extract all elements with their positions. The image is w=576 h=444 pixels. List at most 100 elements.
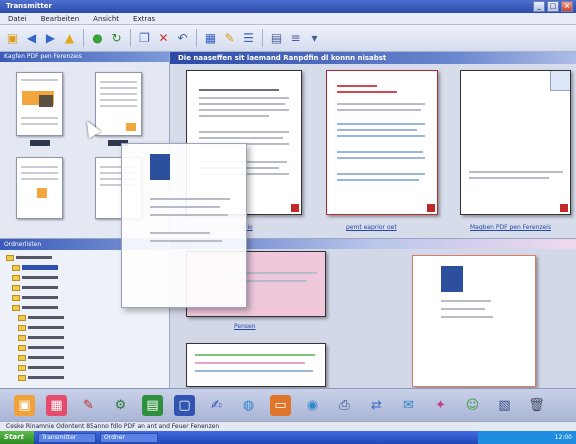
copy-icon[interactable]: ❐ xyxy=(136,29,153,47)
page-curl xyxy=(550,71,570,91)
folder-icon xyxy=(18,354,26,361)
document-caption[interactable]: Pensen xyxy=(234,323,256,330)
tree-item[interactable] xyxy=(18,363,64,372)
folder-icon xyxy=(18,314,26,321)
document-logo xyxy=(441,266,463,292)
presentation-icon[interactable]: ▭ xyxy=(270,394,291,416)
os-taskbar: Start Transmitter Ordner 12:00 xyxy=(0,431,576,444)
pdf-icon xyxy=(291,204,299,212)
document-view-header: Die naaseffen sit laemand Ranpdfin dl ko… xyxy=(170,52,576,64)
page-thumbnail[interactable] xyxy=(16,157,63,219)
list-icon[interactable]: ≡ xyxy=(287,29,304,47)
menu-item-file[interactable]: Datei xyxy=(8,13,27,24)
folder-icon xyxy=(12,264,20,271)
clock: 12:00 xyxy=(554,434,572,441)
tree-item[interactable] xyxy=(18,323,64,332)
tree-item[interactable] xyxy=(18,333,64,342)
tree-item[interactable] xyxy=(18,343,64,352)
pen-icon[interactable]: ✎ xyxy=(78,395,99,416)
web-icon[interactable]: ◉ xyxy=(302,395,323,416)
folder-icon xyxy=(18,324,26,331)
delete-icon[interactable]: ✕ xyxy=(155,29,172,47)
toolbar-separator xyxy=(196,29,197,47)
taskbar-item[interactable]: Ordner xyxy=(100,432,158,443)
menu-bar: Datei Bearbeiten Ansicht Extras xyxy=(0,13,576,25)
globe-icon[interactable]: ◍ xyxy=(238,395,259,416)
folder-icon xyxy=(12,304,20,311)
tree-item[interactable] xyxy=(18,353,64,362)
edit-icon[interactable]: ✍ xyxy=(206,395,227,416)
menu-item-tools[interactable]: Extras xyxy=(133,13,155,24)
folder-icon xyxy=(18,374,26,381)
document-icon[interactable]: ▢ xyxy=(174,394,195,416)
view-icon[interactable]: ▦ xyxy=(202,29,219,47)
document-caption[interactable]: pemt eaprior oet xyxy=(346,224,397,231)
up-icon[interactable]: ▲ xyxy=(61,29,78,47)
maximize-button[interactable]: □ xyxy=(547,1,559,12)
folder-icon xyxy=(6,254,14,261)
drag-preview xyxy=(121,143,247,308)
tree-item[interactable] xyxy=(12,273,58,282)
chat-icon[interactable]: ☺ xyxy=(462,395,483,416)
printer-icon[interactable]: ⎙ xyxy=(334,395,355,416)
tree-item[interactable] xyxy=(6,253,52,262)
window-title: Transmitter xyxy=(6,2,52,10)
thumbnail-pane-header: Kagfen PDF pen Ferenzeis xyxy=(0,52,169,62)
folder-icon[interactable]: ▣ xyxy=(4,29,21,47)
toolbar-separator xyxy=(83,29,84,47)
folder-icon xyxy=(18,334,26,341)
network-icon[interactable]: ✦ xyxy=(430,395,451,416)
clipboard-icon[interactable]: ▧ xyxy=(494,395,515,416)
gear-icon[interactable]: ⚙ xyxy=(110,395,131,416)
trash-icon[interactable]: 🗑 xyxy=(526,395,547,416)
forward-icon[interactable]: ▶ xyxy=(42,29,59,47)
folder-icon xyxy=(12,294,20,301)
home-icon[interactable]: ● xyxy=(89,29,106,47)
layout-icon[interactable]: ▤ xyxy=(268,29,285,47)
folder-icon xyxy=(18,344,26,351)
document-caption[interactable]: Magben PDF pen Ferenzeis xyxy=(470,224,551,231)
thumbnail-caption xyxy=(30,140,50,146)
menu-icon[interactable]: ▾ xyxy=(306,29,323,47)
mail-icon[interactable]: ✉ xyxy=(398,395,419,416)
minimize-button[interactable]: _ xyxy=(533,1,545,12)
tree-item[interactable] xyxy=(12,303,58,312)
pdf-icon xyxy=(560,204,568,212)
system-tray: 12:00 xyxy=(478,431,576,444)
tree-item-selected[interactable] xyxy=(12,263,58,272)
page-thumbnail[interactable] xyxy=(95,72,142,136)
tree-item[interactable] xyxy=(12,293,58,302)
document-page[interactable] xyxy=(460,70,571,215)
toolbar-separator xyxy=(262,29,263,47)
tree-item[interactable] xyxy=(12,283,58,292)
application-dock: ▣ ▦ ✎ ⚙ ▤ ▢ ✍ ◍ ▭ ◉ ⎙ ⇄ ✉ ✦ ☺ ▧ 🗑 xyxy=(0,388,576,421)
calendar-icon[interactable]: ▦ xyxy=(46,394,67,416)
pdf-icon xyxy=(427,204,435,212)
folder-icon xyxy=(18,364,26,371)
tree-item[interactable] xyxy=(18,373,64,382)
tree-item[interactable] xyxy=(18,313,64,322)
image-icon[interactable]: ▣ xyxy=(14,394,35,416)
menu-item-edit[interactable]: Bearbeiten xyxy=(41,13,79,24)
document-page[interactable] xyxy=(326,70,438,215)
undo-icon[interactable]: ↶ xyxy=(174,29,191,47)
spreadsheet-icon[interactable]: ▤ xyxy=(142,394,163,416)
start-button[interactable]: Start xyxy=(0,431,34,444)
sort-icon[interactable]: ✎ xyxy=(221,29,238,47)
back-icon[interactable]: ◀ xyxy=(23,29,40,47)
main-toolbar: ▣ ◀ ▶ ▲ ● ↻ ❐ ✕ ↶ ▦ ✎ ☰ ▤ ≡ ▾ xyxy=(0,25,576,52)
folder-icon xyxy=(12,284,20,291)
folder-icon xyxy=(12,274,20,281)
taskbar-item[interactable]: Transmitter xyxy=(38,432,96,443)
menu-item-view[interactable]: Ansicht xyxy=(93,13,119,24)
sync-icon[interactable]: ⇄ xyxy=(366,395,387,416)
document-page[interactable] xyxy=(186,343,326,387)
document-page[interactable] xyxy=(412,255,536,387)
page-thumbnail[interactable] xyxy=(16,72,63,136)
close-button[interactable]: × xyxy=(561,1,573,12)
filter-icon[interactable]: ☰ xyxy=(240,29,257,47)
document-logo xyxy=(150,154,170,180)
refresh-icon[interactable]: ↻ xyxy=(108,29,125,47)
window-title-bar[interactable]: Transmitter _ □ × xyxy=(0,0,576,13)
window-controls: _ □ × xyxy=(533,1,573,12)
